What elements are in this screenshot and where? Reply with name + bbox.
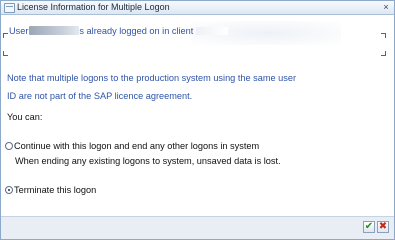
option-continue-label: Continue with this logon and end any oth… <box>14 141 260 151</box>
option-terminate-label: Terminate this logon <box>14 185 97 195</box>
window-title: License Information for Multiple Logon <box>17 2 170 12</box>
message-area: User s already logged on in client <box>1 15 394 56</box>
cancel-x-icon[interactable]: ✖ <box>377 221 389 233</box>
title-bar: License Information for Multiple Logon × <box>1 1 394 15</box>
status-message: User s already logged on in client <box>9 26 229 36</box>
option-terminate-logon[interactable]: Terminate this logon <box>5 185 96 195</box>
radio-continue[interactable] <box>5 142 13 150</box>
window-icon <box>4 3 15 13</box>
note-line-2: ID are not part of the SAP licence agree… <box>7 91 193 101</box>
confirm-checkmark-icon[interactable]: ✔ <box>363 221 375 233</box>
close-icon[interactable]: × <box>381 2 391 12</box>
field-corner-marker <box>381 33 386 38</box>
options-prompt: You can: <box>7 112 43 122</box>
license-note: Note that multiple logons to the product… <box>7 69 327 105</box>
note-line-1: Note that multiple logons to the product… <box>7 73 297 83</box>
license-dialog: License Information for Multiple Logon ×… <box>0 0 395 240</box>
option-continue-logon[interactable]: Continue with this logon and end any oth… <box>5 141 259 151</box>
message-prefix: User <box>9 26 29 36</box>
radio-terminate[interactable] <box>5 186 13 194</box>
redacted-username <box>29 26 80 35</box>
dialog-footer: ✔ ✖ <box>1 216 394 239</box>
option-continue-note: When ending any existing logons to syste… <box>15 156 281 166</box>
field-corner-marker <box>3 51 8 56</box>
field-corner-marker <box>381 51 386 56</box>
redacted-client <box>196 27 229 35</box>
field-corner-marker <box>3 33 8 38</box>
message-suffix: s already logged on in client <box>79 26 194 36</box>
